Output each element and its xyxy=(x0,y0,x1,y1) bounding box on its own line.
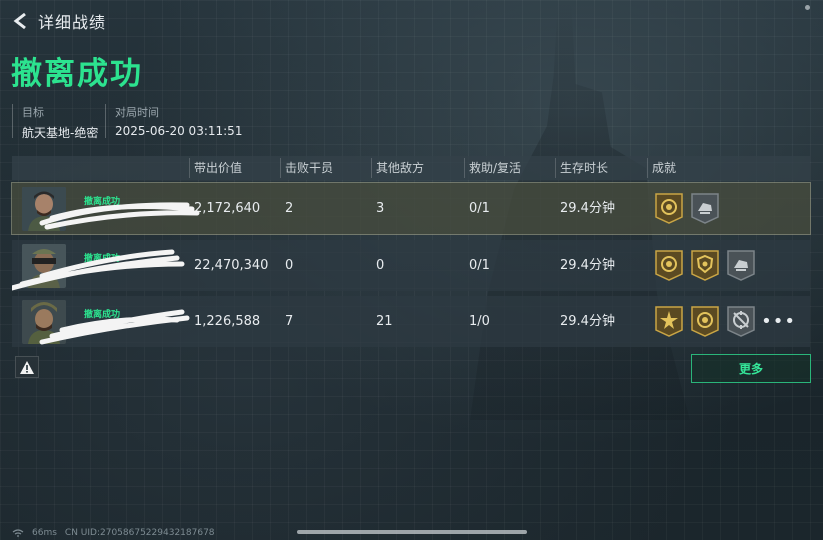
column-value: 带出价值 xyxy=(194,161,243,175)
carry-value: 22,470,340 xyxy=(194,258,269,273)
survival-time: 29.4分钟 xyxy=(560,314,615,329)
header-separator xyxy=(189,158,190,178)
header-separator xyxy=(464,158,465,178)
time-value: 2025-06-20 03:11:51 xyxy=(115,124,243,138)
survival-time: 29.4分钟 xyxy=(560,258,615,273)
gold-emblem-icon[interactable] xyxy=(655,193,683,224)
target-label: 目标 xyxy=(22,106,44,119)
table-header: 带出价值 击败干员 其他敌方 救助/复活 生存时长 成就 xyxy=(12,156,810,180)
avatar xyxy=(22,244,66,288)
row-status: 撤离成功 xyxy=(84,197,121,207)
meta-time: 对局时间 2025-06-20 03:11:51 xyxy=(115,104,242,138)
avatar xyxy=(22,300,66,344)
kills-value: 7 xyxy=(285,314,294,329)
report-button[interactable] xyxy=(15,356,39,378)
column-other: 其他敌方 xyxy=(376,161,425,175)
other-value: 21 xyxy=(376,314,393,329)
table-row[interactable]: 撤离成功 1,226,588 7 21 1/0 29.4分钟 ••• xyxy=(12,296,810,347)
home-indicator[interactable] xyxy=(297,530,527,534)
kills-value: 2 xyxy=(285,201,294,216)
kills-value: 0 xyxy=(285,258,294,273)
gold-emblem-icon[interactable] xyxy=(655,250,683,281)
table-row[interactable]: 撤离成功 2,172,640 2 3 0/1 29.4分钟 xyxy=(11,182,811,235)
carry-value: 2,172,640 xyxy=(194,201,261,216)
gray-hand-icon[interactable] xyxy=(727,250,755,281)
gold-emblem-icon[interactable] xyxy=(691,306,719,337)
target-value: 航天基地-绝密 xyxy=(22,126,99,140)
row-status: 撤离成功 xyxy=(84,254,121,264)
gold-burst-icon[interactable] xyxy=(655,306,683,337)
gray-hand-icon[interactable] xyxy=(691,193,719,224)
header-separator xyxy=(555,158,556,178)
more-button[interactable]: 更多 xyxy=(691,354,811,383)
assist-value: 1/0 xyxy=(469,314,490,329)
meta-divider xyxy=(105,104,106,138)
ping-text: 66ms xyxy=(32,528,57,538)
assist-value: 0/1 xyxy=(469,201,490,216)
column-kills: 击败干员 xyxy=(285,161,334,175)
result-title: 撤离成功 xyxy=(11,56,143,92)
other-value: 0 xyxy=(376,258,385,273)
page-title: 详细战绩 xyxy=(38,13,107,32)
column-achievements: 成就 xyxy=(652,161,677,175)
table-row[interactable]: 撤离成功 22,470,340 0 0 0/1 29.4分钟 xyxy=(12,240,810,291)
gray-crosshair-icon[interactable] xyxy=(727,306,755,337)
uid-text: CN UID:27058675229432187678 xyxy=(64,528,215,538)
assist-value: 0/1 xyxy=(469,258,490,273)
column-assist: 救助/复活 xyxy=(469,161,522,175)
meta-target: 目标 航天基地-绝密 xyxy=(22,104,98,141)
row-more-options[interactable]: ••• xyxy=(761,296,796,347)
header-separator xyxy=(280,158,281,178)
time-label: 对局时间 xyxy=(115,106,159,119)
avatar xyxy=(22,187,66,231)
row-status: 撤离成功 xyxy=(84,310,121,320)
other-value: 3 xyxy=(376,201,385,216)
survival-time: 29.4分钟 xyxy=(560,201,615,216)
meta-divider xyxy=(12,104,13,138)
header: 详细战绩 xyxy=(12,8,106,34)
wifi-icon xyxy=(12,529,24,537)
camera-dot xyxy=(805,5,810,10)
carry-value: 1,226,588 xyxy=(194,314,261,329)
header-separator xyxy=(371,158,372,178)
gold-shield-icon[interactable] xyxy=(691,250,719,281)
warning-icon xyxy=(20,360,34,374)
header-separator xyxy=(647,158,648,178)
back-arrow-icon[interactable] xyxy=(12,12,30,30)
status-footer: 66ms CN UID:27058675229432187678 xyxy=(12,528,215,538)
column-time: 生存时长 xyxy=(560,161,609,175)
